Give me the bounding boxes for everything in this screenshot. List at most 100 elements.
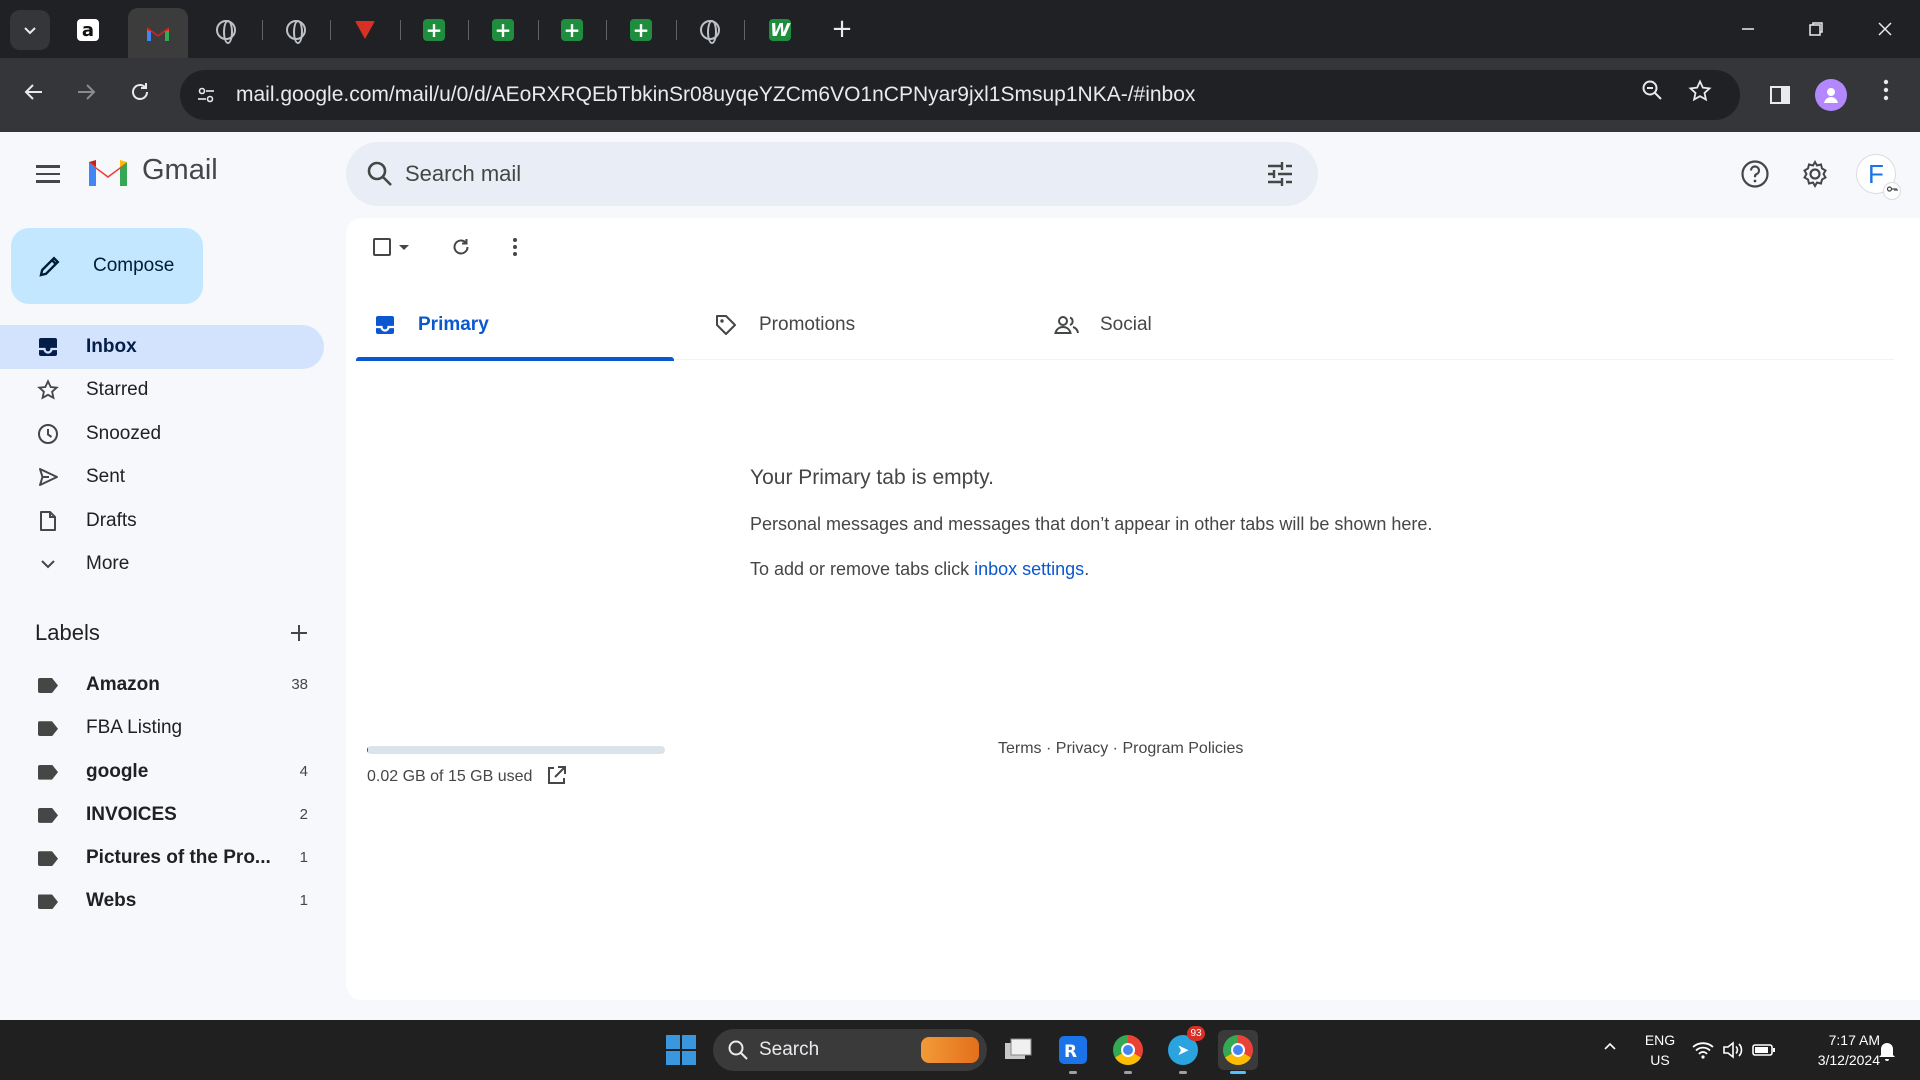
inbox-settings-link[interactable]: inbox settings [974,559,1084,579]
new-tab-button[interactable]: + [826,14,858,46]
draft-icon [36,509,60,533]
volume-icon [1723,1041,1743,1059]
sidebar-item-snoozed[interactable]: Snoozed [0,412,324,456]
refresh-button[interactable] [446,232,476,262]
taskbar-app-task-view[interactable] [998,1030,1038,1070]
label-item-pictures[interactable]: Pictures of the Pro... 1 [0,837,324,880]
running-indicator [1179,1071,1187,1074]
select-all-button[interactable] [366,232,416,262]
gmail-wordmark[interactable]: Gmail [142,154,218,187]
tab-primary[interactable]: Primary [356,290,674,361]
bookmark-button[interactable] [1684,79,1716,111]
globe-icon [216,20,236,44]
footer-links[interactable]: Terms · Privacy · Program Policies [998,740,1243,758]
windows-start-button[interactable] [666,1035,696,1065]
forward-button[interactable] [66,75,106,115]
help-button[interactable] [1733,152,1777,196]
address-bar[interactable]: mail.google.com/mail/u/0/d/AEoRXRQEbTbki… [180,70,1740,120]
settings-button[interactable] [1793,152,1837,196]
notification-bell-icon[interactable] [1875,1038,1899,1062]
browser-tab-sheets-1[interactable]: + [406,10,462,50]
label-item-invoices[interactable]: INVOICES 2 [0,794,324,837]
tab-promotions[interactable]: Promotions [697,290,1015,360]
browser-tab-5[interactable] [337,10,393,50]
taskbar-app-translator[interactable]: R [1053,1030,1093,1074]
more-actions-button[interactable] [500,232,530,262]
browser-tab-4[interactable] [268,10,324,50]
input-language-indicator[interactable]: ENG US [1640,1030,1680,1070]
globe-icon [286,20,306,44]
sidebar-item-starred[interactable]: Starred [0,369,324,413]
back-button[interactable] [14,75,54,115]
url-text[interactable]: mail.google.com/mail/u/0/d/AEoRXRQEbTbki… [236,70,1195,120]
search-options-icon[interactable] [1264,158,1296,190]
sidebar-item-sent[interactable]: Sent [0,456,324,500]
taskbar-app-telegram[interactable]: ➤ 93 [1163,1026,1205,1074]
label-item-fba-listing[interactable]: FBA Listing [0,707,324,750]
taskbar-app-chrome-profile[interactable] [1218,1030,1258,1074]
tag-icon [713,312,739,338]
active-indicator [1230,1071,1246,1074]
sidebar-item-inbox[interactable]: Inbox [0,325,324,369]
label-item-google[interactable]: google 4 [0,751,324,794]
restore-button[interactable] [1796,12,1836,48]
browser-tab-amazon[interactable]: a [60,10,116,50]
open-in-new-icon[interactable] [544,764,568,788]
close-window-button[interactable] [1865,12,1905,48]
zoom-button[interactable] [1636,79,1668,111]
clock-date: 3/12/2024 [1817,1052,1880,1068]
pencil-icon [35,251,65,281]
reload-button[interactable] [120,75,160,115]
sheets-icon: + [492,19,514,41]
browser-tab-10[interactable] [682,10,738,50]
sidebar-item-label: Inbox [86,335,137,357]
chevron-down-icon [24,27,36,35]
label-name: Webs [86,890,137,912]
windows-logo-icon [682,1035,696,1049]
taskbar-clock[interactable]: 7:17 AM 3/12/2024 [1790,1030,1880,1070]
label-count: 1 [299,892,308,910]
sidebar-item-more[interactable]: More [0,543,324,587]
label-icon [38,678,58,693]
chrome-profile-button[interactable] [1815,79,1847,111]
empty-state-hint: To add or remove tabs click inbox settin… [750,559,1550,580]
browser-tab-sheets-3[interactable]: + [544,10,600,50]
tab-separator [538,20,539,40]
compose-button[interactable]: Compose [11,228,203,304]
label-count: 1 [299,849,308,867]
show-hidden-icons-button[interactable] [1598,1038,1622,1062]
gmail-logo-icon[interactable] [86,156,130,190]
chevron-up-icon [1604,1042,1616,1050]
main-menu-button[interactable] [28,154,68,194]
globe-icon [700,20,720,44]
label-item-amazon[interactable]: Amazon 38 [0,664,324,707]
minimize-button[interactable] [1728,12,1768,48]
search-icon[interactable] [364,158,396,190]
search-input[interactable]: Search mail [405,142,521,206]
browser-tab-sheets-4[interactable]: + [613,10,669,50]
taskbar-search[interactable]: Search [713,1029,987,1071]
tab-social[interactable]: Social [1038,290,1356,360]
more-vert-icon [513,238,517,256]
label-name: INVOICES [86,803,177,825]
people-icon [1054,312,1080,338]
create-label-button[interactable] [286,622,312,648]
tab-search-button[interactable] [10,10,50,50]
label-item-webs[interactable]: Webs 1 [0,880,324,923]
sidebar-item-label: Snoozed [86,422,162,444]
translate-icon: R [1059,1036,1087,1064]
close-icon [1878,22,1892,36]
browser-tab-gmail[interactable] [128,8,188,58]
chevron-down-icon [36,552,60,576]
side-panel-button[interactable] [1762,77,1798,113]
system-tray-quick-settings[interactable] [1692,1038,1782,1062]
chrome-menu-button[interactable] [1868,77,1904,113]
browser-tab-sheets-2[interactable]: + [475,10,531,50]
taskbar-app-chrome[interactable] [1108,1030,1148,1074]
notification-badge: 93 [1187,1026,1205,1041]
browser-tab-3[interactable] [198,10,254,50]
site-info-button[interactable] [192,81,220,109]
search-bar[interactable]: Search mail [346,142,1318,206]
sidebar-item-drafts[interactable]: Drafts [0,499,324,543]
browser-tab-11[interactable]: W [752,10,808,50]
